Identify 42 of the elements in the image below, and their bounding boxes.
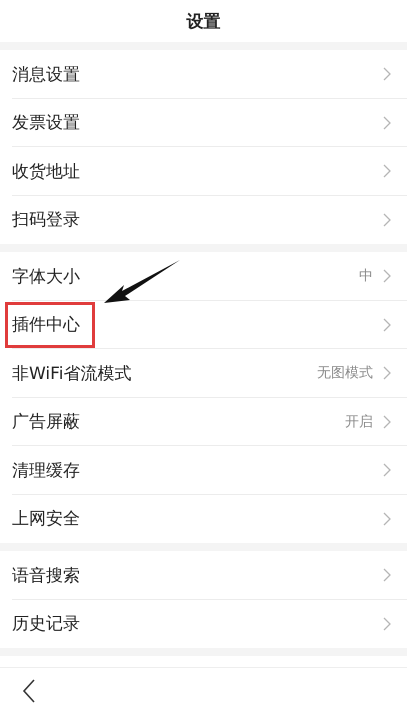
arrow-icon bbox=[102, 258, 182, 304]
item-value: 中 bbox=[359, 267, 373, 286]
chevron-right-icon bbox=[383, 318, 391, 332]
settings-item[interactable]: 上网安全 bbox=[0, 494, 407, 543]
item-label: 字体大小 bbox=[12, 266, 80, 288]
settings-item[interactable]: 消息设置 bbox=[0, 50, 407, 98]
item-label: 广告屏蔽 bbox=[12, 411, 80, 434]
chevron-right-icon bbox=[383, 212, 391, 227]
item-label: 清理缓存 bbox=[12, 460, 80, 482]
settings-item[interactable]: 发票设置 bbox=[0, 98, 407, 147]
settings-item[interactable]: 字体大小 中 bbox=[0, 252, 407, 300]
item-label: 发票设置 bbox=[12, 112, 80, 134]
item-value: 开启 bbox=[345, 412, 373, 431]
settings-item[interactable]: 清理缓存 bbox=[0, 446, 407, 494]
chevron-right-icon bbox=[383, 616, 391, 631]
item-label: 上网安全 bbox=[12, 508, 80, 530]
chevron-right-icon bbox=[383, 414, 391, 429]
item-value: 无图模式 bbox=[317, 364, 373, 382]
chevron-right-icon bbox=[383, 568, 391, 582]
settings-item[interactable]: 收货地址 bbox=[0, 147, 407, 196]
item-label: 插件中心 bbox=[12, 314, 80, 336]
item-label: 扫码登录 bbox=[12, 209, 80, 232]
back-icon[interactable] bbox=[22, 678, 36, 704]
item-label: 消息设置 bbox=[12, 64, 80, 86]
item-label: 收货地址 bbox=[12, 160, 80, 183]
settings-item[interactable]: 语音搜索 bbox=[0, 551, 407, 600]
settings-item[interactable]: 广告屏蔽 开启 bbox=[0, 398, 407, 446]
settings-item[interactable]: 非WiFi省流模式 无图模式 bbox=[0, 349, 407, 398]
item-label: 语音搜索 bbox=[12, 564, 80, 587]
chevron-right-icon bbox=[383, 164, 391, 178]
chevron-right-icon bbox=[383, 269, 391, 284]
item-label: 非WiFi省流模式 bbox=[12, 362, 132, 385]
chevron-right-icon bbox=[383, 366, 391, 380]
chevron-right-icon bbox=[383, 463, 391, 478]
chevron-right-icon bbox=[383, 67, 391, 82]
settings-item[interactable]: 插件中心 bbox=[0, 300, 407, 349]
settings-item[interactable]: 扫码登录 bbox=[0, 196, 407, 244]
settings-item[interactable]: 历史记录 bbox=[0, 600, 407, 648]
chevron-right-icon bbox=[383, 116, 391, 130]
chevron-right-icon bbox=[383, 512, 391, 526]
page-title: 设置 bbox=[186, 10, 220, 32]
item-label: 历史记录 bbox=[12, 613, 80, 636]
